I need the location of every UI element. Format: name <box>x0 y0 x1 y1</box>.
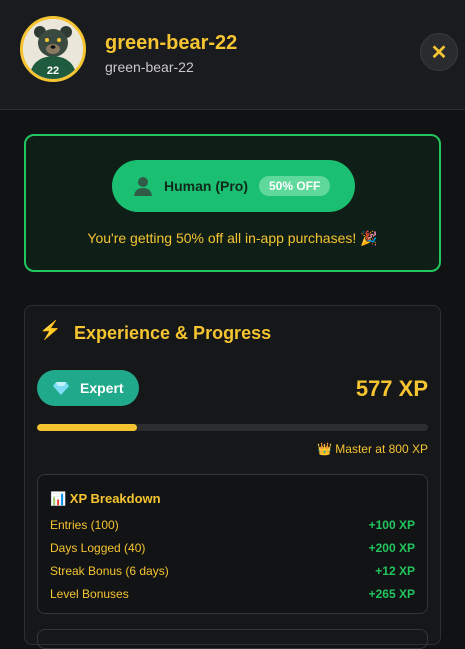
xp-row-label: Level Bonuses <box>50 587 129 601</box>
discount-message: You're getting 50% off all in-app purcha… <box>87 230 378 246</box>
lightning-icon: ⚡ <box>39 320 62 340</box>
avatar-jersey-number: 22 <box>47 65 59 77</box>
xp-breakdown-row: Entries (100) +100 XP <box>50 518 415 536</box>
xp-row-value: +200 XP <box>368 541 415 555</box>
xp-total: 577 XP <box>355 376 428 401</box>
xp-progress-fill <box>37 424 137 431</box>
profile-username: green-bear-22 <box>105 32 238 54</box>
close-icon: ✕ <box>430 41 448 64</box>
pro-discount-card: Human (Pro) 50% OFF You're getting 50% o… <box>24 134 441 272</box>
xp-row-value: +12 XP <box>375 564 415 578</box>
discount-badge: 50% OFF <box>259 176 331 196</box>
xp-breakdown-row: Streak Bonus (6 days) +12 XP <box>50 564 415 582</box>
plan-label: Human (Pro) <box>164 178 248 194</box>
profile-header: 22 green-bear-22 green-bear-22 ✕ <box>0 0 465 110</box>
next-level-label: 👑 Master at 800 XP <box>317 442 428 456</box>
xp-breakdown-title: 📊 XP Breakdown <box>50 491 161 506</box>
xp-progress-bar <box>37 424 428 431</box>
experience-title: Experience & Progress <box>74 323 272 343</box>
experience-card: ⚡ Experience & Progress Expert 577 XP 👑 … <box>24 305 441 645</box>
xp-breakdown-panel: 📊 XP Breakdown Entries (100) +100 XP Day… <box>37 474 428 614</box>
bear-avatar-icon: 22 <box>23 19 83 79</box>
next-section-card <box>37 629 428 649</box>
xp-breakdown-row: Days Logged (40) +200 XP <box>50 541 415 559</box>
plan-badge-button[interactable]: Human (Pro) 50% OFF <box>112 160 355 212</box>
xp-row-value: +265 XP <box>368 587 415 601</box>
xp-row-label: Days Logged (40) <box>50 541 146 555</box>
diamond-icon <box>53 382 69 395</box>
xp-row-label: Entries (100) <box>50 518 119 532</box>
level-label: Expert <box>80 380 124 396</box>
profile-handle: green-bear-22 <box>105 59 194 75</box>
close-button[interactable]: ✕ <box>420 33 458 71</box>
level-badge[interactable]: Expert <box>37 370 139 406</box>
user-icon <box>134 177 152 196</box>
xp-row-value: +100 XP <box>368 518 415 532</box>
xp-row-label: Streak Bonus (6 days) <box>50 564 169 578</box>
xp-breakdown-row: Level Bonuses +265 XP <box>50 587 415 605</box>
avatar[interactable]: 22 <box>20 16 86 82</box>
